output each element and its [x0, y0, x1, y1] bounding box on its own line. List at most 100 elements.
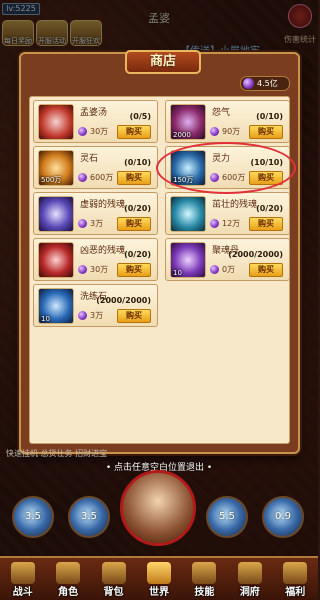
nav-backpack[interactable]: 背包 — [94, 560, 134, 600]
item-price-group: 600万 — [78, 172, 113, 183]
item-price-group: 3万 — [78, 218, 103, 229]
item-name: 怨气 — [212, 108, 231, 118]
item-name: 孟婆汤 — [80, 108, 108, 118]
nav-world[interactable]: 世界 — [139, 560, 179, 600]
welfare-icon — [283, 562, 308, 584]
buy-button[interactable]: 购买 — [117, 309, 151, 323]
weak-soul-icon[interactable] — [38, 196, 74, 232]
item-name: 灵石 — [80, 154, 99, 164]
nav-cave[interactable]: 洞府 — [230, 560, 270, 600]
item-name: 茁壮的残魂 — [212, 200, 258, 210]
currency-orb-icon — [243, 78, 254, 89]
nav-label: 战斗 — [12, 587, 33, 598]
item-price-group: 0万 — [210, 264, 235, 275]
item-price: 90万 — [222, 127, 241, 136]
nav-label: 技能 — [194, 587, 215, 598]
item-stock: (0/20) — [124, 250, 151, 259]
item-stock: (0/20) — [124, 204, 151, 213]
item-stock: (2000/2000) — [96, 296, 151, 305]
skills-icon — [192, 562, 217, 584]
price-orb-icon — [210, 127, 219, 136]
nav-battle[interactable]: 战斗 — [3, 560, 43, 600]
nav-label: 洞府 — [239, 587, 260, 598]
price-orb-icon — [210, 265, 219, 274]
shop-item: 茁壮的残魂 (0/20) 12万 购买 — [165, 192, 290, 235]
backpack-icon — [101, 562, 126, 584]
currency-display: 4.5亿 — [240, 76, 290, 91]
buy-button[interactable]: 购买 — [249, 217, 283, 231]
buy-button[interactable]: 购买 — [117, 263, 151, 277]
shop-title: 商店 — [125, 50, 201, 74]
buy-button[interactable]: 购买 — [117, 217, 151, 231]
character-icon — [56, 562, 81, 584]
nav-welfare[interactable]: 福利 — [275, 560, 315, 600]
price-orb-icon — [78, 127, 87, 136]
shop-item: 2000 怨气 (0/10) 90万 购买 — [165, 100, 290, 143]
refining-stone-icon[interactable]: 10 — [38, 288, 74, 324]
item-price-group: 3万 — [78, 310, 103, 321]
buy-button[interactable]: 购买 — [249, 125, 283, 139]
item-price-group: 12万 — [210, 218, 240, 229]
hero-avatar[interactable] — [120, 470, 196, 546]
soul-pill-icon[interactable]: 10 — [170, 242, 206, 278]
nav-skills[interactable]: 技能 — [184, 560, 224, 600]
item-price: 0万 — [222, 265, 236, 274]
buy-button[interactable]: 购买 — [117, 171, 151, 185]
buy-button[interactable]: 购买 — [117, 125, 151, 139]
bottom-nav: 战斗 角色 背包 世界 技能 洞府 福利 — [0, 556, 318, 600]
shop-item: 10 聚魂丹 (2000/2000) 0万 购买 — [165, 238, 290, 281]
skill-slot-3[interactable]: 5.5 — [206, 496, 248, 538]
item-price: 12万 — [222, 219, 241, 228]
strong-soul-icon[interactable] — [170, 196, 206, 232]
item-stock: (0/10) — [124, 158, 151, 167]
world-icon — [146, 562, 171, 584]
item-price: 30万 — [90, 127, 109, 136]
item-name: 虚弱的残魂 — [80, 200, 126, 210]
shop-item: 孟婆汤 (0/5) 30万 购买 — [33, 100, 158, 143]
skill-slot-4[interactable]: 0.9 — [262, 496, 304, 538]
skill-slot-2[interactable]: 3.5 — [68, 496, 110, 538]
price-orb-icon — [78, 219, 87, 228]
item-price: 3万 — [90, 219, 104, 228]
spirit-stone-icon[interactable]: 500万 — [38, 150, 74, 186]
shop-item: 10 洗练石 (2000/2000) 3万 购买 — [33, 284, 158, 327]
price-orb-icon — [78, 173, 87, 182]
item-stock: (2000/2000) — [228, 250, 283, 259]
buy-button[interactable]: 购买 — [249, 263, 283, 277]
item-quantity: 10 — [173, 269, 182, 277]
item-price: 3万 — [90, 311, 104, 320]
nav-label: 福利 — [285, 587, 306, 598]
currency-amount: 4.5亿 — [257, 79, 278, 88]
item-quantity: 10 — [41, 315, 50, 323]
price-orb-icon — [210, 219, 219, 228]
cave-icon — [237, 562, 262, 584]
price-orb-icon — [78, 311, 87, 320]
nav-label: 背包 — [103, 587, 124, 598]
item-stock: (0/20) — [256, 204, 283, 213]
shop-item: 虚弱的残魂 (0/20) 3万 购买 — [33, 192, 158, 235]
item-price: 600万 — [90, 173, 114, 182]
item-price-group: 30万 — [78, 126, 108, 137]
shop-panel: 商店 4.5亿 孟婆汤 (0/5) 30万 购买 2000 怨气 (0/10) … — [19, 50, 300, 454]
nav-label: 世界 — [148, 587, 169, 598]
item-quantity: 500万 — [41, 176, 62, 184]
battle-icon — [10, 562, 35, 584]
item-price: 30万 — [90, 265, 109, 274]
resentment-orb-icon[interactable]: 2000 — [170, 104, 206, 140]
soup-icon[interactable] — [38, 104, 74, 140]
shop-item: 凶恶的残魂 (0/20) 30万 购买 — [33, 238, 158, 281]
price-orb-icon — [78, 265, 87, 274]
item-stock: (0/10) — [256, 112, 283, 121]
item-price-group: 90万 — [210, 126, 240, 137]
item-quantity: 2000 — [173, 131, 191, 139]
shop-item: 500万 灵石 (0/10) 600万 购买 — [33, 146, 158, 189]
nav-label: 角色 — [58, 587, 79, 598]
item-stock: (0/5) — [129, 112, 151, 121]
skill-slot-1[interactable]: 3.5 — [12, 496, 54, 538]
nav-character[interactable]: 角色 — [48, 560, 88, 600]
item-name: 凶恶的残魂 — [80, 246, 126, 256]
item-price-group: 30万 — [78, 264, 108, 275]
fierce-soul-icon[interactable] — [38, 242, 74, 278]
highlight-annotation — [156, 142, 296, 194]
side-shortcuts[interactable]: 快速挂机 总货仕务 招财进宝 — [6, 448, 107, 459]
